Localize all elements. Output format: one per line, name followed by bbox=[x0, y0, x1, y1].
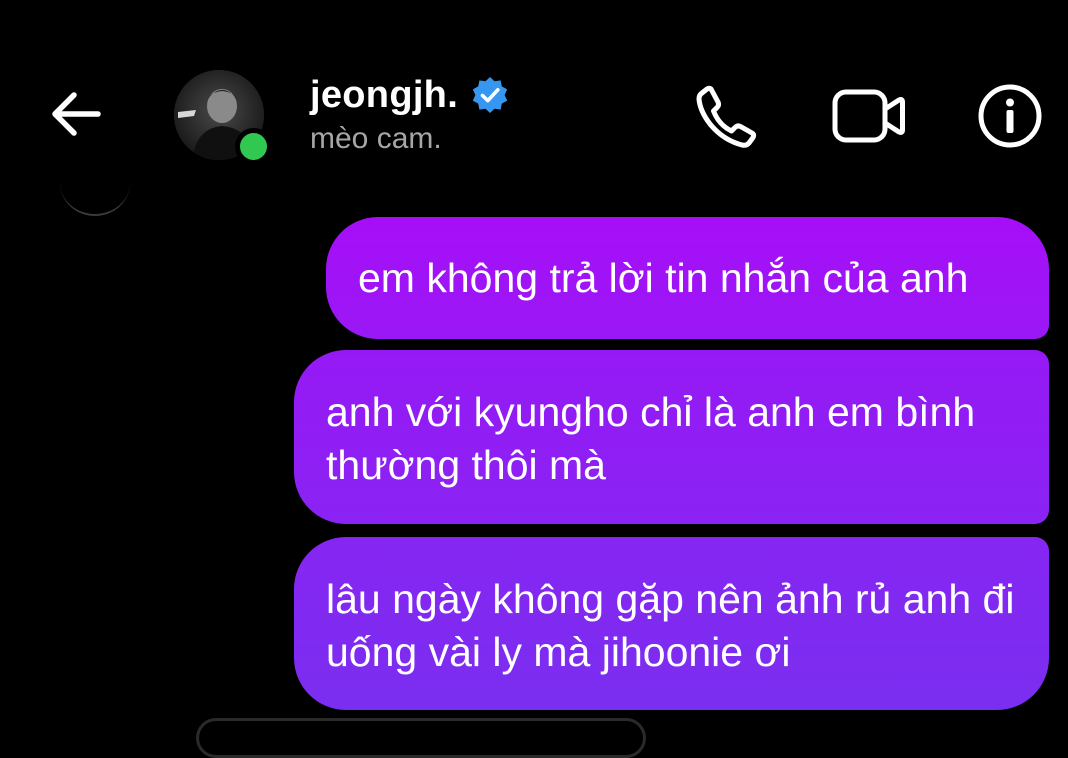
contact-avatar-button[interactable] bbox=[174, 70, 272, 165]
info-button[interactable] bbox=[974, 80, 1046, 152]
message-text: em không trả lời tin nhắn của anh bbox=[358, 255, 969, 301]
phone-icon bbox=[696, 85, 757, 148]
back-button[interactable] bbox=[44, 82, 108, 146]
scrolled-avatar-edge bbox=[60, 150, 130, 216]
contact-name: jeongjh. bbox=[310, 73, 459, 116]
sent-message-bubble[interactable]: lâu ngày không gặp nên ảnh rủ anh đi uốn… bbox=[294, 537, 1049, 710]
sent-message-bubble[interactable]: em không trả lời tin nhắn của anh bbox=[326, 217, 1049, 339]
verified-badge-icon bbox=[472, 77, 508, 113]
back-arrow-icon bbox=[52, 92, 101, 136]
message-text: lâu ngày không gặp nên ảnh rủ anh đi uốn… bbox=[326, 576, 1015, 675]
message-text: anh với kyungho chỉ là anh em bình thườn… bbox=[326, 389, 976, 488]
contact-subtitle: mèo cam. bbox=[310, 122, 442, 155]
scrolled-element-edge bbox=[196, 718, 646, 758]
video-camera-icon bbox=[832, 89, 905, 143]
contact-name-row[interactable]: jeongjh. bbox=[310, 70, 510, 120]
video-call-button[interactable] bbox=[830, 80, 905, 152]
voice-call-button[interactable] bbox=[690, 80, 762, 152]
online-status-indicator bbox=[235, 128, 272, 165]
info-icon bbox=[978, 84, 1042, 148]
chat-header: jeongjh. mèo cam. bbox=[0, 0, 1068, 200]
sent-message-bubble[interactable]: anh với kyungho chỉ là anh em bình thườn… bbox=[294, 350, 1049, 524]
